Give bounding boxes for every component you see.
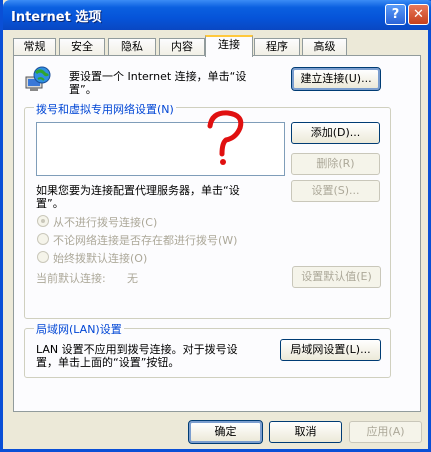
setup-text-line2: 置”。: [69, 83, 97, 96]
current-default-label: 当前默认连接:: [36, 272, 106, 285]
close-button[interactable]: ✕: [408, 4, 429, 25]
cancel-button[interactable]: 取消: [269, 421, 342, 443]
dialup-settings-button[interactable]: 设置(S)...: [291, 180, 380, 202]
lan-settings-button[interactable]: 局域网设置(L)...: [280, 339, 381, 361]
proxy-text-line2: 置”。: [36, 197, 64, 210]
set-default-button[interactable]: 设置默认值(E): [292, 266, 381, 288]
question-mark-annotation-icon: [202, 110, 250, 168]
radio-never-dial-label: 从不进行拨号连接(C): [53, 216, 158, 229]
radio-dial-whenever[interactable]: [37, 233, 49, 245]
tab-general[interactable]: 常规: [13, 38, 56, 56]
internet-options-window: Internet 选项 ? ✕ 常规 安全 隐私 内容 连接 程序 高级 要设置…: [0, 0, 431, 452]
current-default-value: 无: [127, 272, 138, 285]
proxy-text-line1: 如果您要为连接配置代理服务器，单击“设: [36, 184, 240, 197]
dialup-group-title: 拨号和虚拟专用网络设置(N): [34, 101, 176, 117]
apply-button[interactable]: 应用(A): [349, 421, 422, 443]
window-title: Internet 选项: [11, 10, 102, 25]
globe-computer-icon: [24, 65, 52, 93]
title-bar[interactable]: Internet 选项 ? ✕: [3, 0, 431, 30]
ok-button[interactable]: 确定: [188, 420, 263, 444]
lan-group-title: 局域网(LAN)设置: [34, 321, 124, 337]
radio-always-dial-label: 始终拨默认连接(O): [53, 252, 148, 265]
radio-never-dial[interactable]: [37, 215, 49, 227]
setup-button[interactable]: 建立连接(U)...: [291, 67, 381, 91]
tab-connections[interactable]: 连接: [205, 35, 253, 57]
connections-panel: 要设置一个 Internet 连接，单击“设 置”。 建立连接(U)... 拨号…: [13, 55, 421, 412]
tab-security[interactable]: 安全: [59, 38, 105, 56]
tab-privacy[interactable]: 隐私: [108, 38, 156, 56]
remove-connection-button[interactable]: 删除(R): [291, 153, 380, 175]
radio-always-dial[interactable]: [37, 251, 49, 263]
tab-content[interactable]: 内容: [159, 38, 205, 56]
tab-programs[interactable]: 程序: [254, 38, 300, 56]
add-connection-button[interactable]: 添加(D)...: [291, 122, 380, 144]
tab-advanced[interactable]: 高级: [302, 38, 347, 56]
radio-dial-whenever-label: 不论网络连接是否存在都进行拨号(W): [53, 234, 238, 247]
lan-text-line2: 置，单击上面的“设置”按钮。: [36, 356, 180, 369]
help-button[interactable]: ?: [385, 4, 406, 25]
